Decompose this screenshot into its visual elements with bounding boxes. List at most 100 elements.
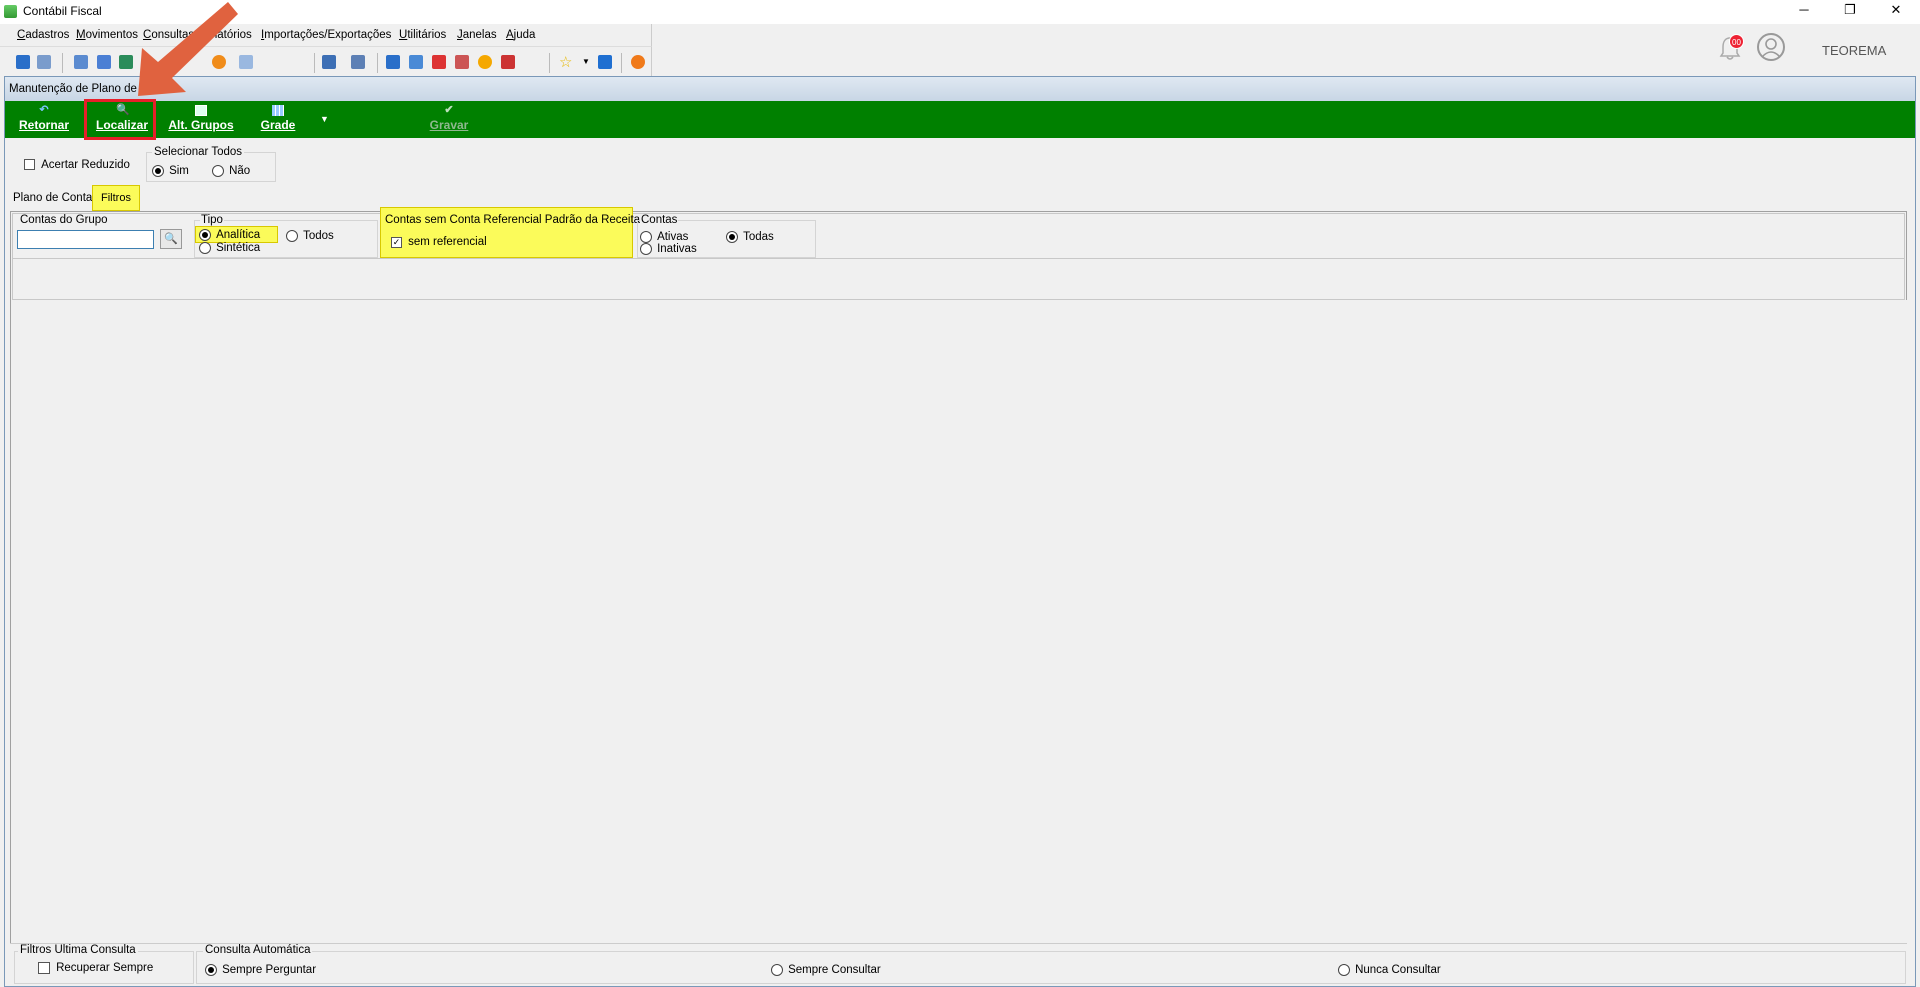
grade-button[interactable]: Grade	[254, 101, 302, 138]
power-icon[interactable]	[631, 55, 645, 69]
star-icon[interactable]: ☆	[559, 53, 572, 71]
sintetica-radio[interactable]: Sintética	[199, 242, 260, 257]
nunca-consultar-radio-circle[interactable]	[1338, 964, 1350, 976]
inativas-radio[interactable]: Inativas	[640, 243, 697, 258]
chart-icon[interactable]	[455, 55, 469, 69]
report-icon[interactable]	[322, 55, 336, 69]
document-icon[interactable]	[501, 55, 515, 69]
menu-cadastros[interactable]: Cadastros	[17, 29, 69, 41]
chevron-down-icon[interactable]: ▼	[582, 57, 590, 66]
menu-ajuda[interactable]: Ajuda	[506, 29, 535, 41]
maximize-button[interactable]: ❐	[1827, 0, 1873, 22]
toolbar-separator	[621, 53, 622, 73]
sem-referencial-box[interactable]: ✓	[391, 237, 402, 248]
grid-icon	[272, 105, 284, 116]
toolbar: ☆ ▼	[0, 46, 652, 76]
acertar-reduzido-checkbox[interactable]: Acertar Reduzido	[24, 159, 130, 173]
grade-dropdown-icon[interactable]: ▼	[320, 114, 329, 124]
menu-bar: Cadastros Movimentos Consultas Relatório…	[0, 24, 652, 46]
sim-label: Sim	[169, 165, 189, 177]
sempre-consultar-label: Sempre Consultar	[788, 964, 881, 976]
nunca-consultar-label: Nunca Consultar	[1355, 964, 1441, 976]
analitica-label: Analítica	[216, 229, 261, 241]
retornar-button[interactable]: ↶ Retornar	[16, 101, 72, 138]
recuperar-sempre-label: Recuperar Sempre	[56, 962, 154, 974]
users-icon[interactable]	[37, 55, 51, 69]
contas-grupo-label: Contas do Grupo	[20, 214, 108, 226]
results-area	[10, 300, 1907, 943]
child-window-titlebar: Manutenção de Plano de	[5, 77, 1915, 101]
save-report-icon[interactable]	[351, 55, 365, 69]
results-border	[10, 300, 11, 943]
inativas-label: Inativas	[657, 243, 697, 255]
check-icon: ✔	[444, 104, 454, 116]
referencial-label: Contas sem Conta Referencial Padrão da R…	[385, 214, 641, 226]
sem-referencial-label: sem referencial	[408, 236, 487, 248]
user-name: TEOREMA	[1822, 43, 1887, 58]
sim-radio-circle[interactable]	[152, 165, 164, 177]
toolbar-separator	[62, 53, 63, 73]
contas-label: Contas	[640, 214, 679, 226]
toolbar-separator	[377, 53, 378, 73]
calculator-icon[interactable]	[409, 55, 423, 69]
consulta-automatica-group	[196, 951, 1906, 984]
tree-icon[interactable]	[97, 55, 111, 69]
nunca-consultar-radio[interactable]: Nunca Consultar	[1338, 964, 1441, 979]
back-arrow-icon: ↶	[39, 104, 49, 116]
tab-filtros[interactable]: Filtros	[92, 185, 140, 211]
recuperar-sempre-checkbox[interactable]: Recuperar Sempre	[38, 962, 153, 977]
recuperar-sempre-box[interactable]	[38, 962, 50, 974]
close-button[interactable]: ✕	[1873, 0, 1919, 22]
info-icon[interactable]	[598, 55, 612, 69]
calendar-icon[interactable]	[386, 55, 400, 69]
todos-radio-circle[interactable]	[286, 230, 298, 242]
todas-label: Todas	[743, 231, 774, 243]
nao-radio[interactable]: Não	[212, 165, 250, 180]
sim-radio[interactable]: Sim	[152, 165, 189, 180]
todas-radio-circle[interactable]	[726, 231, 738, 243]
gravar-button: ✔ Gravar	[424, 101, 474, 138]
todas-radio[interactable]: Todas	[726, 231, 774, 246]
sempre-perguntar-label: Sempre Perguntar	[222, 964, 317, 976]
avatar[interactable]	[1757, 33, 1785, 61]
menu-utilitarios[interactable]: Utilitários	[399, 29, 446, 41]
grid-icon[interactable]	[239, 55, 253, 69]
ativas-radio-circle[interactable]	[640, 231, 652, 243]
acertar-reduzido-box[interactable]	[24, 159, 35, 170]
analitica-radio-circle[interactable]	[199, 229, 211, 241]
search-button[interactable]: 🔍	[160, 229, 182, 249]
notification-badge: 00	[1729, 34, 1744, 49]
nao-label: Não	[229, 165, 251, 177]
tipo-label: Tipo	[200, 214, 224, 226]
acertar-reduzido-label: Acertar Reduzido	[41, 159, 130, 171]
calendar-30-icon[interactable]	[432, 55, 446, 69]
sempre-perguntar-radio[interactable]: Sempre Perguntar	[205, 964, 316, 979]
sempre-consultar-radio[interactable]: Sempre Consultar	[771, 964, 881, 979]
nao-radio-circle[interactable]	[212, 165, 224, 177]
sempre-consultar-radio-circle[interactable]	[771, 964, 783, 976]
tab-plano-de-contas[interactable]: Plano de Contas	[13, 192, 98, 204]
menu-janelas[interactable]: Janelas	[457, 29, 497, 41]
contas-grupo-input[interactable]	[17, 230, 154, 249]
user-icon	[1761, 38, 1781, 58]
menu-movimentos[interactable]: Movimentos	[76, 29, 138, 41]
search-icon: 🔍	[164, 233, 178, 245]
folder-icon[interactable]	[16, 55, 30, 69]
list-icon[interactable]	[74, 55, 88, 69]
groups-icon	[195, 105, 207, 116]
menu-importacoes[interactable]: Importações/Exportações	[261, 29, 391, 41]
sintetica-label: Sintética	[216, 242, 261, 254]
alt-grupos-button[interactable]: Alt. Grupos	[165, 101, 237, 138]
sintetica-radio-circle[interactable]	[199, 242, 211, 254]
inativas-radio-circle[interactable]	[640, 243, 652, 255]
minimize-button[interactable]: ─	[1781, 0, 1827, 22]
todos-radio[interactable]: Todos	[286, 230, 334, 245]
grade-label: Grade	[260, 118, 296, 132]
sempre-perguntar-radio-circle[interactable]	[205, 964, 217, 976]
toolbar-separator	[314, 53, 315, 73]
app-icon	[4, 5, 17, 18]
sem-referencial-checkbox[interactable]: ✓ sem referencial	[391, 236, 487, 248]
child-window-title: Manutenção de Plano de	[9, 83, 137, 95]
gravar-label: Gravar	[429, 118, 469, 132]
clock-icon[interactable]	[478, 55, 492, 69]
